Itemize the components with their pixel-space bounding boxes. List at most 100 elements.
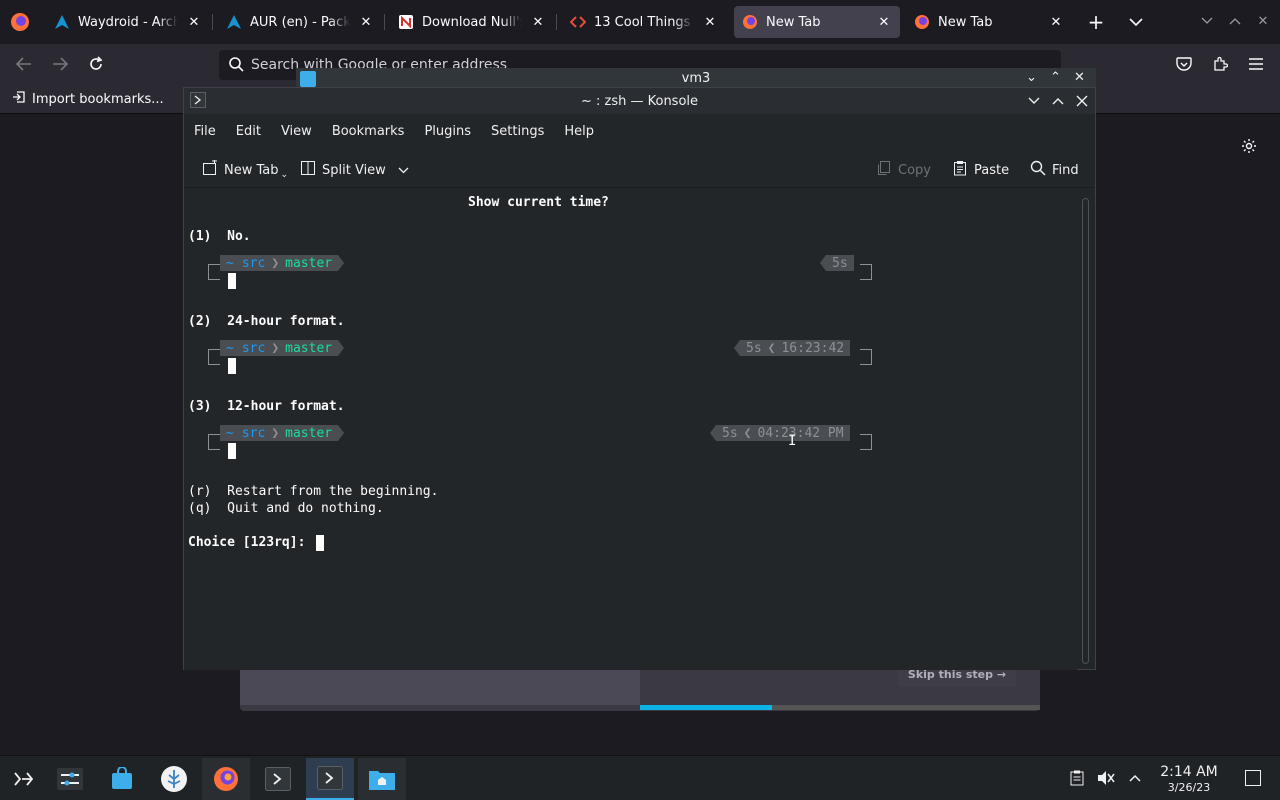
extensions-puzzle-icon[interactable] bbox=[1210, 54, 1230, 74]
vm3-maximize-icon[interactable]: ⌃ bbox=[1050, 70, 1061, 85]
prompt-left-segment: ~ src ❯ master bbox=[220, 255, 345, 271]
volume-muted-icon[interactable] bbox=[1096, 769, 1116, 787]
close-window-icon[interactable]: ✕ bbox=[1254, 12, 1272, 30]
terminal-scrollbar[interactable] bbox=[1082, 198, 1089, 664]
close-tab-icon[interactable]: ✕ bbox=[530, 15, 546, 30]
prompt-home: ~ bbox=[226, 340, 234, 356]
close-tab-icon[interactable]: ✕ bbox=[702, 15, 718, 30]
prompt-home: ~ bbox=[226, 425, 234, 441]
find-label: Find bbox=[1052, 162, 1079, 178]
browser-tab-bar: Waydroid - ArchWiki ✕ AUR (en) - Package… bbox=[0, 0, 1280, 44]
menu-settings[interactable]: Settings bbox=[481, 124, 554, 139]
maximize-window-icon[interactable] bbox=[1226, 12, 1244, 30]
tab-new-tab[interactable]: New Tab ✕ bbox=[906, 6, 1072, 38]
konsole-minimize-icon[interactable] bbox=[1025, 92, 1043, 110]
option-restart-line: (r) Restart from the beginning. bbox=[188, 484, 439, 499]
tab-cool-things[interactable]: 13 Cool Things to Do ✕ bbox=[562, 6, 726, 38]
find-button[interactable]: Find bbox=[1030, 157, 1079, 183]
konsole-close-icon[interactable] bbox=[1073, 92, 1091, 110]
powerline-arrow bbox=[338, 255, 345, 271]
prompt-time: 04:23:42 PM bbox=[757, 425, 844, 441]
new-tab-plus-icon[interactable]: + bbox=[1084, 10, 1108, 34]
tab-new-tab-active[interactable]: New Tab ✕ bbox=[734, 6, 900, 38]
list-all-tabs-chevron-icon[interactable] bbox=[1124, 10, 1148, 34]
tab-title: New Tab bbox=[766, 14, 821, 30]
prompt-frame-right bbox=[860, 434, 872, 450]
prompt-branch: master bbox=[285, 425, 333, 441]
tab-waydroid[interactable]: Waydroid - ArchWiki ✕ bbox=[46, 6, 210, 38]
tab-title: 13 Cool Things to Do bbox=[594, 14, 694, 30]
discover-store-icon[interactable] bbox=[98, 758, 146, 800]
prompt-branch: master bbox=[285, 340, 333, 356]
menu-plugins[interactable]: Plugins bbox=[414, 124, 481, 139]
prompt-right-segment: 5s ❮ 04:23:42 PM bbox=[710, 425, 850, 441]
page-settings-gear-icon[interactable] bbox=[1240, 137, 1258, 155]
paste-label: Paste bbox=[974, 162, 1010, 178]
vm3-minimize-icon[interactable]: ⌄ bbox=[1026, 70, 1037, 85]
menu-file[interactable]: File bbox=[184, 124, 226, 139]
menu-view[interactable]: View bbox=[271, 124, 322, 139]
waydroid-app-icon[interactable] bbox=[150, 758, 198, 800]
firefox-icon[interactable] bbox=[8, 10, 32, 34]
close-tab-icon[interactable]: ✕ bbox=[186, 15, 202, 30]
prompt-duration: 5s bbox=[722, 425, 738, 441]
import-bookmarks-label: Import bookmarks... bbox=[32, 91, 164, 107]
copy-button[interactable]: Copy bbox=[876, 157, 931, 183]
prompt-dir: src bbox=[241, 255, 266, 271]
forward-arrow-icon[interactable] bbox=[50, 54, 70, 74]
prompt-cursor bbox=[228, 358, 236, 374]
tab-nulls-brawl[interactable]: Download Null's Brawl ✕ bbox=[390, 6, 554, 38]
text-cursor-ibeam-icon: I bbox=[788, 433, 797, 449]
split-view-label: Split View bbox=[322, 162, 386, 178]
prompt-right-segment: 5s bbox=[820, 255, 854, 271]
firefox-icon bbox=[914, 14, 930, 30]
prompt-segment-bg: 5s ❮ 04:23:42 PM bbox=[716, 425, 850, 441]
terminal-output[interactable]: Show current time? (1) No. ~ src ❯ maste… bbox=[184, 191, 1077, 670]
prompt-separator-icon: ❯ bbox=[271, 255, 280, 271]
prompt-home: ~ bbox=[226, 255, 234, 271]
powerline-arrow bbox=[338, 340, 345, 356]
prompt-separator-icon: ❮ bbox=[767, 340, 776, 356]
new-tab-icon bbox=[202, 158, 218, 180]
close-tab-icon[interactable]: ✕ bbox=[876, 15, 892, 30]
system-tray-expand-icon[interactable] bbox=[1126, 769, 1144, 787]
new-tab-button[interactable]: New Tab ⌄ bbox=[202, 157, 288, 183]
close-tab-icon[interactable]: ✕ bbox=[358, 15, 374, 30]
tab-separator bbox=[212, 14, 213, 30]
clipboard-icon[interactable] bbox=[1068, 769, 1086, 787]
hamburger-menu-icon[interactable] bbox=[1246, 54, 1266, 74]
split-view-button[interactable]: Split View bbox=[300, 157, 409, 183]
menu-bookmarks[interactable]: Bookmarks bbox=[322, 124, 415, 139]
system-settings-icon[interactable] bbox=[46, 758, 94, 800]
menu-help[interactable]: Help bbox=[554, 124, 604, 139]
vm3-close-icon[interactable]: ✕ bbox=[1074, 70, 1085, 85]
paste-button[interactable]: Paste bbox=[952, 157, 1009, 183]
minimize-window-icon[interactable] bbox=[1198, 12, 1216, 30]
system-taskbar: 2:14 AM 3/26/23 bbox=[0, 755, 1280, 800]
tab-title: AUR (en) - Packages bbox=[250, 14, 350, 30]
konsole-maximize-icon[interactable] bbox=[1049, 92, 1067, 110]
choice-prompt: Choice [123rq]: bbox=[188, 535, 314, 550]
prompt-time: 16:23:42 bbox=[781, 340, 845, 356]
prompt-frame-left bbox=[208, 434, 220, 450]
pocket-icon[interactable] bbox=[1174, 54, 1194, 74]
close-tab-icon[interactable]: ✕ bbox=[1048, 15, 1064, 30]
firefox-taskbar-icon[interactable] bbox=[202, 758, 250, 800]
digital-clock[interactable]: 2:14 AM 3/26/23 bbox=[1157, 764, 1221, 794]
copy-icon bbox=[876, 160, 892, 180]
prompt-frame-right bbox=[860, 264, 872, 280]
prompt-dir: src bbox=[241, 340, 266, 356]
application-launcher-icon[interactable] bbox=[0, 758, 48, 800]
dolphin-files-icon[interactable] bbox=[358, 758, 406, 800]
vm3-window-title: vm3 bbox=[681, 71, 711, 86]
terminal-taskbar-icon[interactable] bbox=[254, 758, 302, 800]
show-desktop-icon[interactable] bbox=[1244, 769, 1262, 787]
powerline-arrow bbox=[338, 425, 345, 441]
back-arrow-icon[interactable] bbox=[14, 54, 34, 74]
menu-edit[interactable]: Edit bbox=[226, 124, 271, 139]
tab-aur[interactable]: AUR (en) - Packages ✕ bbox=[218, 6, 382, 38]
import-bookmarks-button[interactable]: Import bookmarks... bbox=[12, 90, 164, 108]
split-view-chevron-down-icon[interactable] bbox=[398, 163, 409, 178]
reload-icon[interactable] bbox=[86, 54, 106, 74]
konsole-taskbar-icon[interactable] bbox=[306, 758, 354, 800]
